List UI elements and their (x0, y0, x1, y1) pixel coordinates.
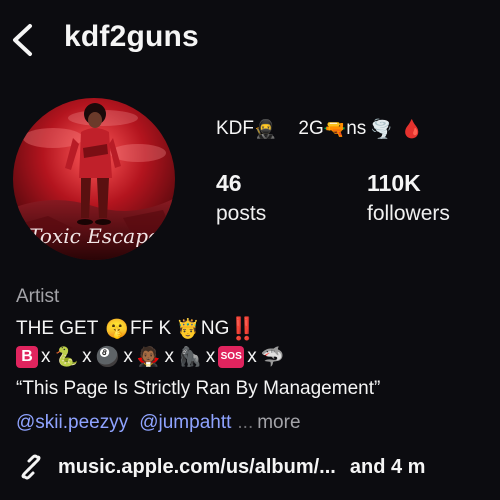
profile-header: kdf2guns (0, 0, 500, 80)
x-separator: x (41, 346, 51, 367)
x-separator: x (164, 346, 175, 367)
display-name-kdf: KDF (216, 118, 254, 139)
mention-link-jumpahtt[interactable]: @jumpahtt (139, 412, 231, 434)
back-button[interactable] (6, 20, 40, 60)
display-name-2g: 2G (298, 118, 324, 139)
followers-label: followers (367, 202, 450, 225)
eight-ball-emoji: 🎱 (95, 346, 120, 368)
posts-stat[interactable]: 46 posts (216, 170, 266, 226)
sos-emoji: SOS (218, 346, 245, 368)
blood-drop-emoji: 🩸 (400, 119, 424, 139)
bio-text-ff-k: FF K (130, 318, 172, 339)
prince-emoji: 🤴 (176, 318, 200, 340)
profile-avatar[interactable]: Toxic Escape (13, 98, 175, 260)
x-separator: x (123, 346, 133, 367)
external-link-more: and 4 m (349, 455, 426, 478)
profile-username: kdf2guns (64, 20, 199, 53)
bio-text-the-get: THE GET (16, 318, 99, 339)
back-chevron-icon (13, 24, 32, 56)
bio-line-1: THE GET 🤫 FF K 🤴 NG ‼️ (16, 316, 257, 342)
followers-count: 110K (367, 170, 421, 196)
vampire-emoji: 🧛🏾 (136, 346, 161, 368)
ninja-emoji: 🥷 (254, 119, 277, 139)
shark-emoji: 🦈 (260, 346, 285, 368)
posts-count: 46 (216, 170, 242, 196)
bio-mentions-line: @skii.peezyy @jumpahtt ... more (16, 412, 301, 434)
bio-quote: “This Page Is Strictly Ran By Management… (16, 378, 381, 399)
double-exclamation-emoji: ‼️ (229, 316, 257, 341)
mention-link-skii-peezyy[interactable]: @skii.peezyy (16, 412, 128, 434)
x-separator: x (247, 346, 257, 367)
followers-stat[interactable]: 110K followers (367, 170, 450, 226)
posts-label: posts (216, 202, 267, 225)
shushing-face-emoji: 🤫 (105, 318, 130, 340)
avatar-title-text: Toxic Escape (28, 224, 160, 248)
bio-ellipsis: ... (237, 412, 254, 433)
bio-more-button[interactable]: more (257, 412, 300, 434)
display-name-ns: ns (346, 118, 367, 139)
tornado-emoji: 🌪️ (370, 119, 393, 139)
snake-emoji: 🐍 (54, 346, 79, 368)
external-link-row[interactable]: music.apple.com/us/album/... and 4 m (16, 452, 425, 482)
water-gun-emoji: 🔫 (323, 119, 347, 139)
profile-category: Artist (16, 286, 60, 307)
link-chain-icon (21, 454, 41, 480)
avatar-artwork: Toxic Escape (13, 98, 175, 260)
b-button-emoji: B (16, 346, 38, 368)
profile-display-name: KDF 🥷 2G 🔫 ns 🌪️ 🩸 (216, 118, 423, 140)
external-link-url: music.apple.com/us/album/... (58, 455, 336, 478)
bio-text-ng: NG (200, 318, 230, 339)
bio-line-2: B x 🐍 x 🎱 x 🧛🏾 x 🦍 x SOS x 🦈 (16, 346, 285, 368)
x-separator: x (205, 346, 216, 367)
x-separator: x (82, 346, 92, 367)
gorilla-emoji: 🦍 (178, 346, 202, 368)
